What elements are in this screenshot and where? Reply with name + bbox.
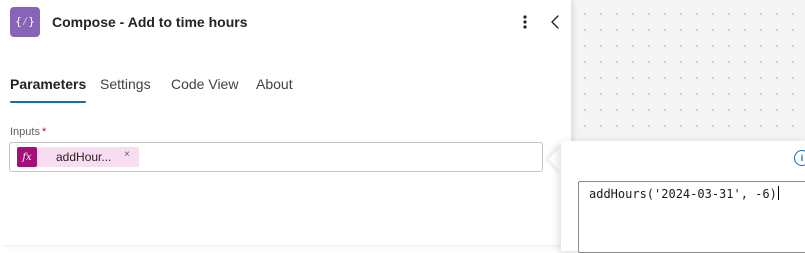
remove-token-button[interactable]: × — [124, 149, 130, 160]
action-details-panel: {⁄} Compose - Add to time hours Paramete… — [0, 0, 571, 245]
inputs-field-label: Inputs * — [10, 126, 46, 138]
tab-code-view-label: Code View — [171, 76, 239, 92]
compose-icon-glyph: {⁄} — [15, 15, 35, 28]
tab-settings[interactable]: Settings — [100, 76, 151, 104]
tab-about-label: About — [256, 76, 293, 92]
compose-action-icon: {⁄} — [10, 7, 40, 37]
expression-text: addHours('2024-03-31', -6) — [589, 186, 779, 201]
inputs-field[interactable]: fx addHour... × — [9, 142, 543, 172]
required-asterisk: * — [41, 126, 47, 138]
active-tab-indicator — [10, 101, 87, 103]
expression-editor-input[interactable]: addHours('2024-03-31', -6) — [578, 181, 805, 253]
info-icon[interactable]: i — [794, 150, 805, 166]
tab-about[interactable]: About — [256, 76, 293, 104]
info-glyph: i — [800, 153, 804, 163]
expression-value: addHours('2024-03-31', -6) — [589, 187, 777, 201]
fx-glyph: fx — [22, 151, 32, 163]
tab-settings-label: Settings — [100, 76, 151, 92]
tab-code-view[interactable]: Code View — [171, 76, 238, 104]
expression-token-label: addHour... — [56, 150, 112, 164]
more-vertical-icon — [523, 15, 527, 29]
chevron-left-icon — [551, 15, 559, 29]
function-fx-icon: fx — [17, 147, 37, 167]
action-title[interactable]: Compose - Add to time hours — [52, 14, 247, 30]
tab-parameters-label: Parameters — [10, 76, 87, 92]
more-options-button[interactable] — [516, 12, 534, 32]
collapse-panel-button[interactable] — [546, 12, 564, 32]
inputs-label-text: Inputs — [10, 126, 40, 138]
text-cursor — [777, 186, 779, 200]
tab-parameters[interactable]: Parameters — [10, 76, 87, 104]
expression-token[interactable]: fx addHour... × — [17, 147, 139, 167]
